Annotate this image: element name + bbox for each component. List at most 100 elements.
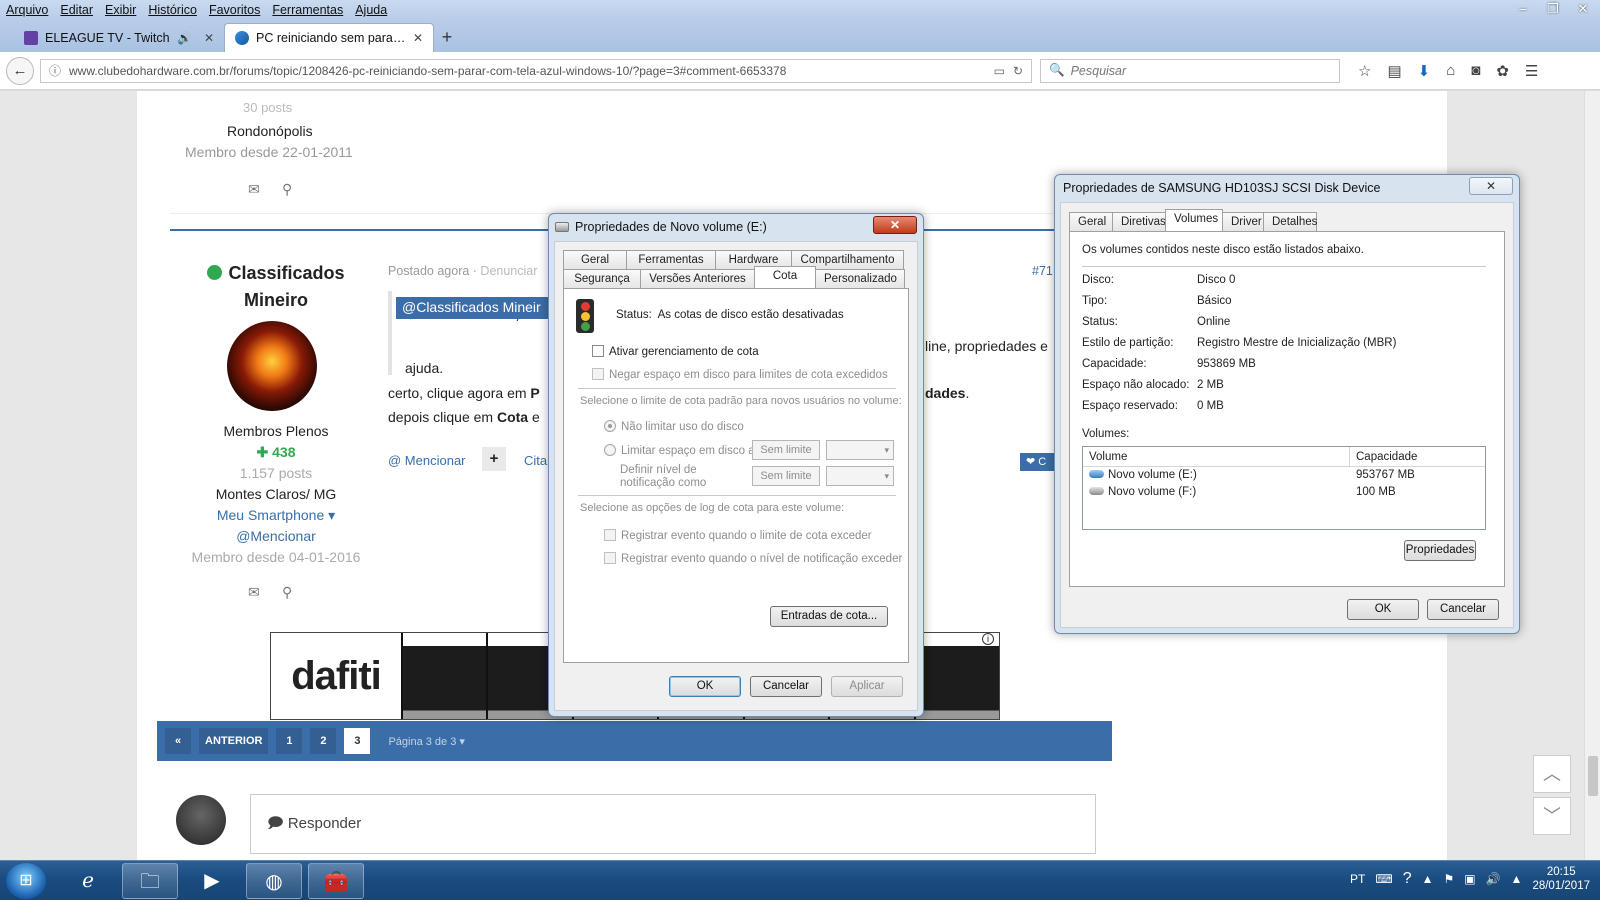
ok-button[interactable]: OK bbox=[1347, 599, 1419, 620]
notify-unit-dropdown[interactable]: ▾ bbox=[826, 466, 894, 486]
scroll-up-button[interactable]: ︿ bbox=[1533, 755, 1571, 793]
media-player-icon[interactable]: ▶ bbox=[184, 863, 240, 899]
avatar[interactable] bbox=[227, 321, 317, 411]
tab-seguranca[interactable]: Segurança bbox=[563, 269, 641, 288]
reload-icon[interactable]: ↻ bbox=[1013, 64, 1023, 78]
tab-clubedohardware[interactable]: PC reiniciando sem parar c... ✕ bbox=[224, 23, 434, 52]
cite-button[interactable]: Cita bbox=[524, 453, 547, 468]
menu-historico[interactable]: Histórico bbox=[148, 3, 197, 17]
tab-versoes-anteriores[interactable]: Versões Anteriores bbox=[640, 269, 755, 288]
language-indicator[interactable]: PT bbox=[1350, 872, 1365, 886]
menu-ferramentas[interactable]: Ferramentas bbox=[272, 3, 343, 17]
mention-button[interactable]: @ Mencionar bbox=[388, 453, 466, 468]
page-2-button[interactable]: 2 bbox=[310, 728, 337, 754]
cancel-button[interactable]: Cancelar bbox=[750, 676, 822, 697]
address-bar[interactable]: ⓘ www.clubedohardware.com.br/forums/topi… bbox=[40, 58, 1032, 83]
tab-detalhes[interactable]: Detalhes bbox=[1263, 212, 1317, 231]
new-tab-button[interactable]: + bbox=[434, 23, 460, 52]
quota-entries-button[interactable]: Entradas de cota... bbox=[770, 606, 888, 627]
page-info[interactable]: Página 3 de 3 ▾ bbox=[388, 735, 464, 748]
drive-tray-icon[interactable]: ▲ bbox=[1511, 872, 1523, 886]
scrollbar-thumb[interactable] bbox=[1588, 756, 1598, 796]
menu-arquivo[interactable]: Arquivo bbox=[6, 3, 48, 17]
firefox-icon[interactable]: ◍ bbox=[246, 863, 302, 899]
close-window-icon[interactable]: ✕ bbox=[1576, 0, 1590, 18]
pocket-icon[interactable]: ◙ bbox=[1471, 62, 1480, 80]
page-scrollbar[interactable] bbox=[1584, 91, 1600, 860]
post-author-name[interactable]: Classificados Mineiro bbox=[190, 261, 362, 315]
volumes-list[interactable]: Volume Capacidade Novo volume (E:) 95376… bbox=[1082, 446, 1486, 530]
radio[interactable] bbox=[604, 444, 616, 456]
checkbox[interactable] bbox=[604, 529, 616, 541]
menu-ajuda[interactable]: Ajuda bbox=[355, 3, 387, 17]
mention-user-link[interactable]: @Mencionar bbox=[190, 528, 362, 544]
plus-button[interactable]: + bbox=[482, 447, 506, 471]
volume-icon[interactable]: 🔊 bbox=[1486, 872, 1501, 886]
mail-icon[interactable]: ✉ bbox=[248, 181, 260, 198]
column-header-volume[interactable]: Volume bbox=[1083, 447, 1350, 466]
addon-icon[interactable]: ✿ bbox=[1496, 62, 1509, 80]
tab-cota[interactable]: Cota bbox=[754, 266, 816, 288]
menu-favoritos[interactable]: Favoritos bbox=[209, 3, 260, 17]
deny-space-checkbox[interactable]: Negar espaço em disco para limites de co… bbox=[592, 368, 888, 381]
limit-space-radio[interactable]: Limitar espaço em disco a bbox=[604, 444, 755, 457]
explorer-icon[interactable]: 🗀 bbox=[122, 863, 178, 899]
close-tab-icon[interactable]: ✕ bbox=[413, 31, 423, 45]
tab-geral[interactable]: Geral bbox=[563, 250, 627, 269]
apply-button[interactable]: Aplicar bbox=[831, 676, 903, 697]
bookmarks-list-icon[interactable]: ▤ bbox=[1387, 62, 1401, 80]
list-item[interactable]: Novo volume (E:) 953767 MB bbox=[1083, 467, 1485, 484]
flag-icon[interactable]: ⚑ bbox=[1443, 872, 1454, 886]
tab-diretivas[interactable]: Diretivas bbox=[1112, 212, 1166, 231]
ok-button[interactable]: OK bbox=[669, 676, 741, 697]
close-dialog-button[interactable]: ✕ bbox=[1469, 177, 1513, 195]
tab-personalizado[interactable]: Personalizado bbox=[815, 269, 905, 288]
info-icon[interactable]: ⓘ bbox=[49, 62, 61, 79]
log-warning-checkbox[interactable]: Registrar evento quando o nível de notif… bbox=[604, 552, 902, 565]
properties-button[interactable]: Propriedades bbox=[1404, 540, 1476, 561]
mail-icon[interactable]: ✉ bbox=[248, 584, 260, 601]
scroll-down-button[interactable]: ﹀ bbox=[1533, 797, 1571, 835]
dialog-title-bar[interactable]: Propriedades de SAMSUNG HD103SJ SCSI Dis… bbox=[1055, 175, 1519, 201]
checkbox[interactable] bbox=[604, 552, 616, 564]
post-number[interactable]: #71 bbox=[1032, 264, 1053, 278]
start-button[interactable]: ⊞ bbox=[6, 863, 46, 899]
search-icon[interactable]: ⚲ bbox=[282, 181, 292, 198]
cancel-button[interactable]: Cancelar bbox=[1427, 599, 1499, 620]
column-header-capacity[interactable]: Capacidade bbox=[1350, 447, 1485, 466]
limit-unit-dropdown[interactable]: ▾ bbox=[826, 440, 894, 460]
keyboard-icon[interactable]: ⌨ bbox=[1375, 872, 1392, 886]
reader-view-icon[interactable]: ▭ bbox=[994, 64, 1005, 78]
tab-driver[interactable]: Driver bbox=[1222, 212, 1264, 231]
restore-icon[interactable]: ❐ bbox=[1546, 0, 1560, 18]
radio[interactable] bbox=[604, 420, 616, 432]
ie-icon[interactable]: ℯ bbox=[60, 863, 116, 899]
home-icon[interactable]: ⌂ bbox=[1446, 62, 1455, 80]
limit-space-field[interactable]: Sem limite bbox=[752, 440, 820, 460]
previous-page-button[interactable]: ANTERIOR bbox=[199, 728, 269, 754]
first-page-button[interactable]: « bbox=[165, 728, 191, 754]
network-icon[interactable]: ▣ bbox=[1464, 872, 1475, 886]
back-button[interactable]: ← bbox=[6, 56, 34, 85]
menu-exibir[interactable]: Exibir bbox=[105, 3, 136, 17]
close-dialog-button[interactable]: ✕ bbox=[873, 216, 917, 234]
help-icon[interactable]: ? bbox=[1403, 870, 1412, 888]
page-1-button[interactable]: 1 bbox=[276, 728, 303, 754]
clock[interactable]: 20:15 28/01/2017 bbox=[1532, 865, 1590, 893]
speaker-icon[interactable]: 🔊 bbox=[177, 31, 192, 45]
enable-quota-checkbox[interactable]: Ativar gerenciamento de cota bbox=[592, 345, 759, 358]
menu-hamburger-icon[interactable]: ☰ bbox=[1525, 62, 1538, 80]
reply-input[interactable]: 🗩 Responder bbox=[250, 794, 1096, 854]
show-hidden-icons[interactable]: ▲ bbox=[1422, 872, 1434, 886]
minimize-icon[interactable]: – bbox=[1516, 0, 1530, 18]
search-icon[interactable]: ⚲ bbox=[282, 584, 292, 601]
list-item[interactable]: Novo volume (F:) 100 MB bbox=[1083, 484, 1485, 501]
toolbox-icon[interactable]: 🧰 bbox=[308, 863, 364, 899]
download-icon[interactable]: ⬇ bbox=[1418, 62, 1431, 80]
ad-info-icon[interactable]: i bbox=[982, 633, 994, 645]
checkbox[interactable] bbox=[592, 345, 604, 357]
checkbox[interactable] bbox=[592, 368, 604, 380]
page-3-button[interactable]: 3 bbox=[344, 728, 371, 754]
no-limit-radio[interactable]: Não limitar uso do disco bbox=[604, 420, 744, 433]
report-link[interactable]: Denunciar bbox=[480, 264, 537, 278]
